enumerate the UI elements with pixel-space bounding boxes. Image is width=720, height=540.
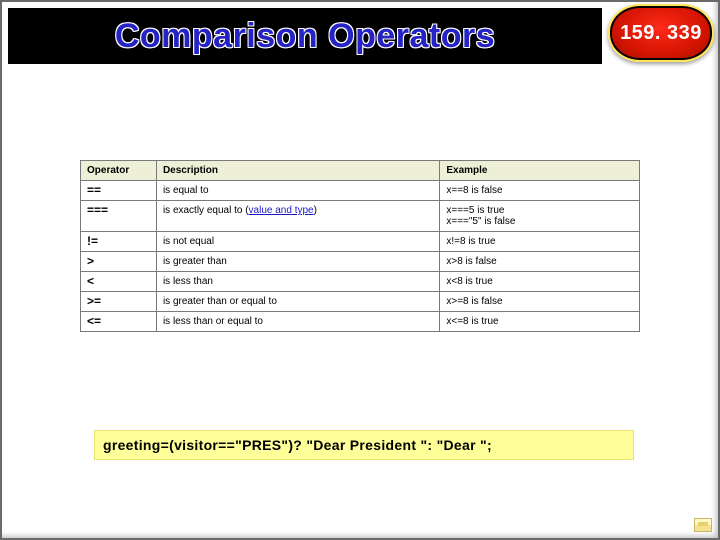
desc-prefix: is exactly equal to ( [163, 205, 249, 216]
page-title: Comparison Operators [115, 17, 495, 56]
cell-operator: <= [81, 312, 157, 332]
cell-operator: != [81, 232, 157, 252]
table-row: > is greater than x>8 is false [81, 252, 640, 272]
slide: Comparison Operators 159. 339 Operator D… [0, 0, 720, 540]
cell-description: is greater than [156, 252, 439, 272]
slide-number-badge: 159. 339 [608, 4, 714, 62]
cell-description: is less than or equal to [156, 312, 439, 332]
slide-number: 159. 339 [620, 22, 702, 45]
cell-example: x>=8 is false [440, 292, 640, 312]
cell-operator: < [81, 272, 157, 292]
cell-example: x==8 is false [440, 181, 640, 201]
operators-table: Operator Description Example == is equal… [80, 160, 640, 332]
cell-operator: == [81, 181, 157, 201]
desc-suffix: ) [314, 205, 317, 216]
table-row: === is exactly equal to (value and type)… [81, 201, 640, 232]
cell-example: x!=8 is true [440, 232, 640, 252]
cell-example: x===5 is true x==="5" is false [440, 201, 640, 232]
desc-link-value-and-type[interactable]: value and type [249, 205, 314, 216]
cell-example: x<8 is true [440, 272, 640, 292]
cell-operator: > [81, 252, 157, 272]
title-bar: Comparison Operators [8, 8, 602, 64]
col-header-description: Description [156, 161, 439, 181]
page-icon [694, 518, 712, 532]
table-row: <= is less than or equal to x<=8 is true [81, 312, 640, 332]
col-header-operator: Operator [81, 161, 157, 181]
table-header: Operator Description Example [81, 161, 640, 181]
table-row: == is equal to x==8 is false [81, 181, 640, 201]
cell-example: x<=8 is true [440, 312, 640, 332]
table-row: < is less than x<8 is true [81, 272, 640, 292]
cell-description: is less than [156, 272, 439, 292]
table-body: == is equal to x==8 is false === is exac… [81, 181, 640, 332]
cell-description: is not equal [156, 232, 439, 252]
table-row: >= is greater than or equal to x>=8 is f… [81, 292, 640, 312]
cell-operator: === [81, 201, 157, 232]
cell-description: is exactly equal to (value and type) [156, 201, 439, 232]
cell-description: is greater than or equal to [156, 292, 439, 312]
table-row: != is not equal x!=8 is true [81, 232, 640, 252]
cell-example: x>8 is false [440, 252, 640, 272]
cell-operator: >= [81, 292, 157, 312]
cell-description: is equal to [156, 181, 439, 201]
col-header-example: Example [440, 161, 640, 181]
code-snippet: greeting=(visitor=="PRES")? "Dear Presid… [94, 430, 634, 460]
